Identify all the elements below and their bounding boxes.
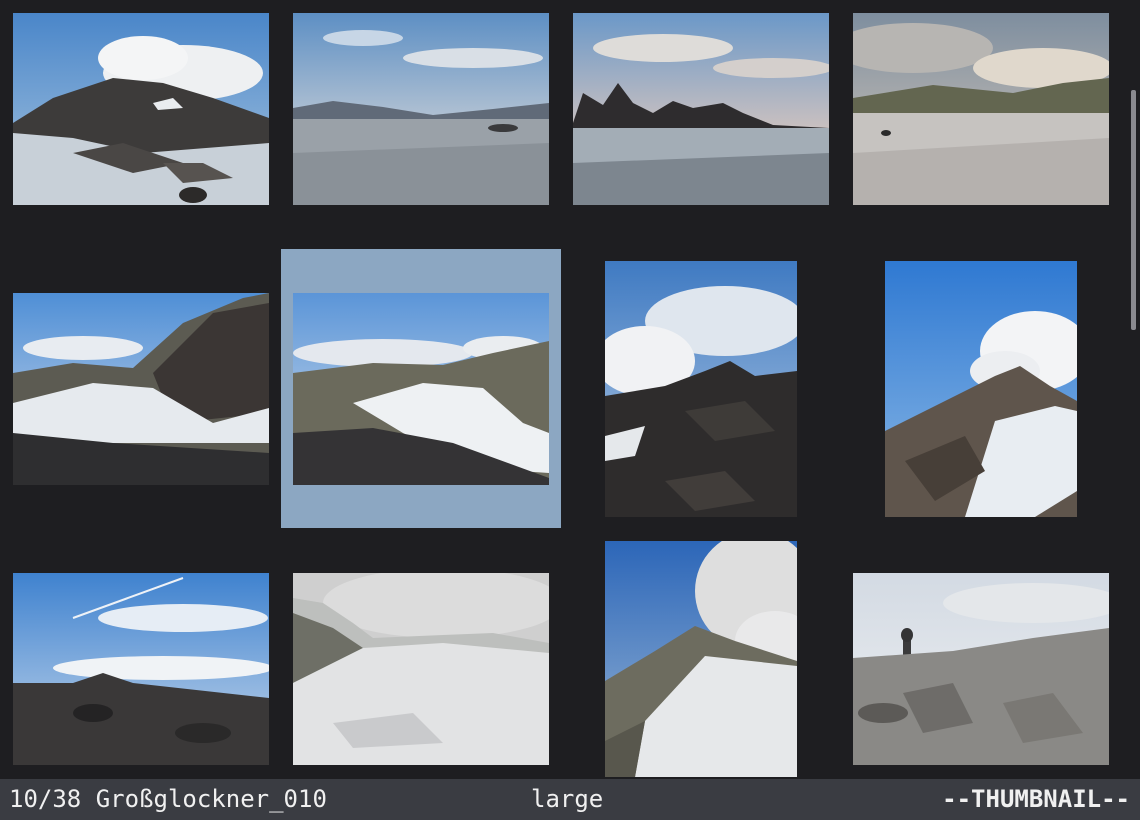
photo-boulder-field	[853, 573, 1109, 765]
photo-valley-glacier	[293, 293, 549, 485]
photo-snowy-fog-slope	[605, 541, 797, 777]
thumbnail-4[interactable]	[853, 13, 1109, 205]
thumbnail-11[interactable]	[605, 541, 797, 777]
thumbnail-10[interactable]	[293, 573, 549, 765]
thumbnail-2[interactable]	[293, 13, 549, 205]
photo-glacier-dawn	[293, 13, 549, 205]
photo-cloud-cap-peak	[885, 261, 1077, 517]
vertical-scrollbar[interactable]	[1126, 0, 1140, 779]
thumbnail-8[interactable]	[885, 261, 1077, 517]
thumbnail-7[interactable]	[605, 261, 797, 517]
scrollbar-thumb[interactable]	[1131, 90, 1136, 330]
photo-glacier-plateau	[853, 13, 1109, 205]
photo-jagged-ridge	[573, 13, 829, 205]
status-bar: 10/38 Großglockner_010 large --THUMBNAIL…	[0, 779, 1140, 820]
photo-rocky-peak	[13, 13, 269, 205]
photo-foggy-snowfield	[293, 573, 549, 765]
thumbnail-9[interactable]	[13, 573, 269, 765]
thumbnail-12[interactable]	[853, 573, 1109, 765]
image-index: 10/38	[9, 785, 82, 813]
status-position-filename: 10/38 Großglockner_010	[9, 779, 327, 820]
photo-rocky-ridge-sky	[13, 573, 269, 765]
thumbnail-1[interactable]	[13, 13, 269, 205]
mode-indicator: --THUMBNAIL--	[942, 785, 1130, 813]
photo-dark-summit	[605, 261, 797, 517]
image-viewer: 10/38 Großglockner_010 large --THUMBNAIL…	[0, 0, 1140, 820]
thumbnail-size-label: large	[531, 785, 604, 813]
photo-snowy-slope	[13, 293, 269, 485]
image-filename: Großglockner_010	[95, 785, 327, 813]
thumbnail-6[interactable]	[293, 293, 549, 485]
thumbnail-grid[interactable]	[0, 0, 1124, 779]
thumbnail-5[interactable]	[13, 293, 269, 485]
thumbnail-3[interactable]	[573, 13, 829, 205]
